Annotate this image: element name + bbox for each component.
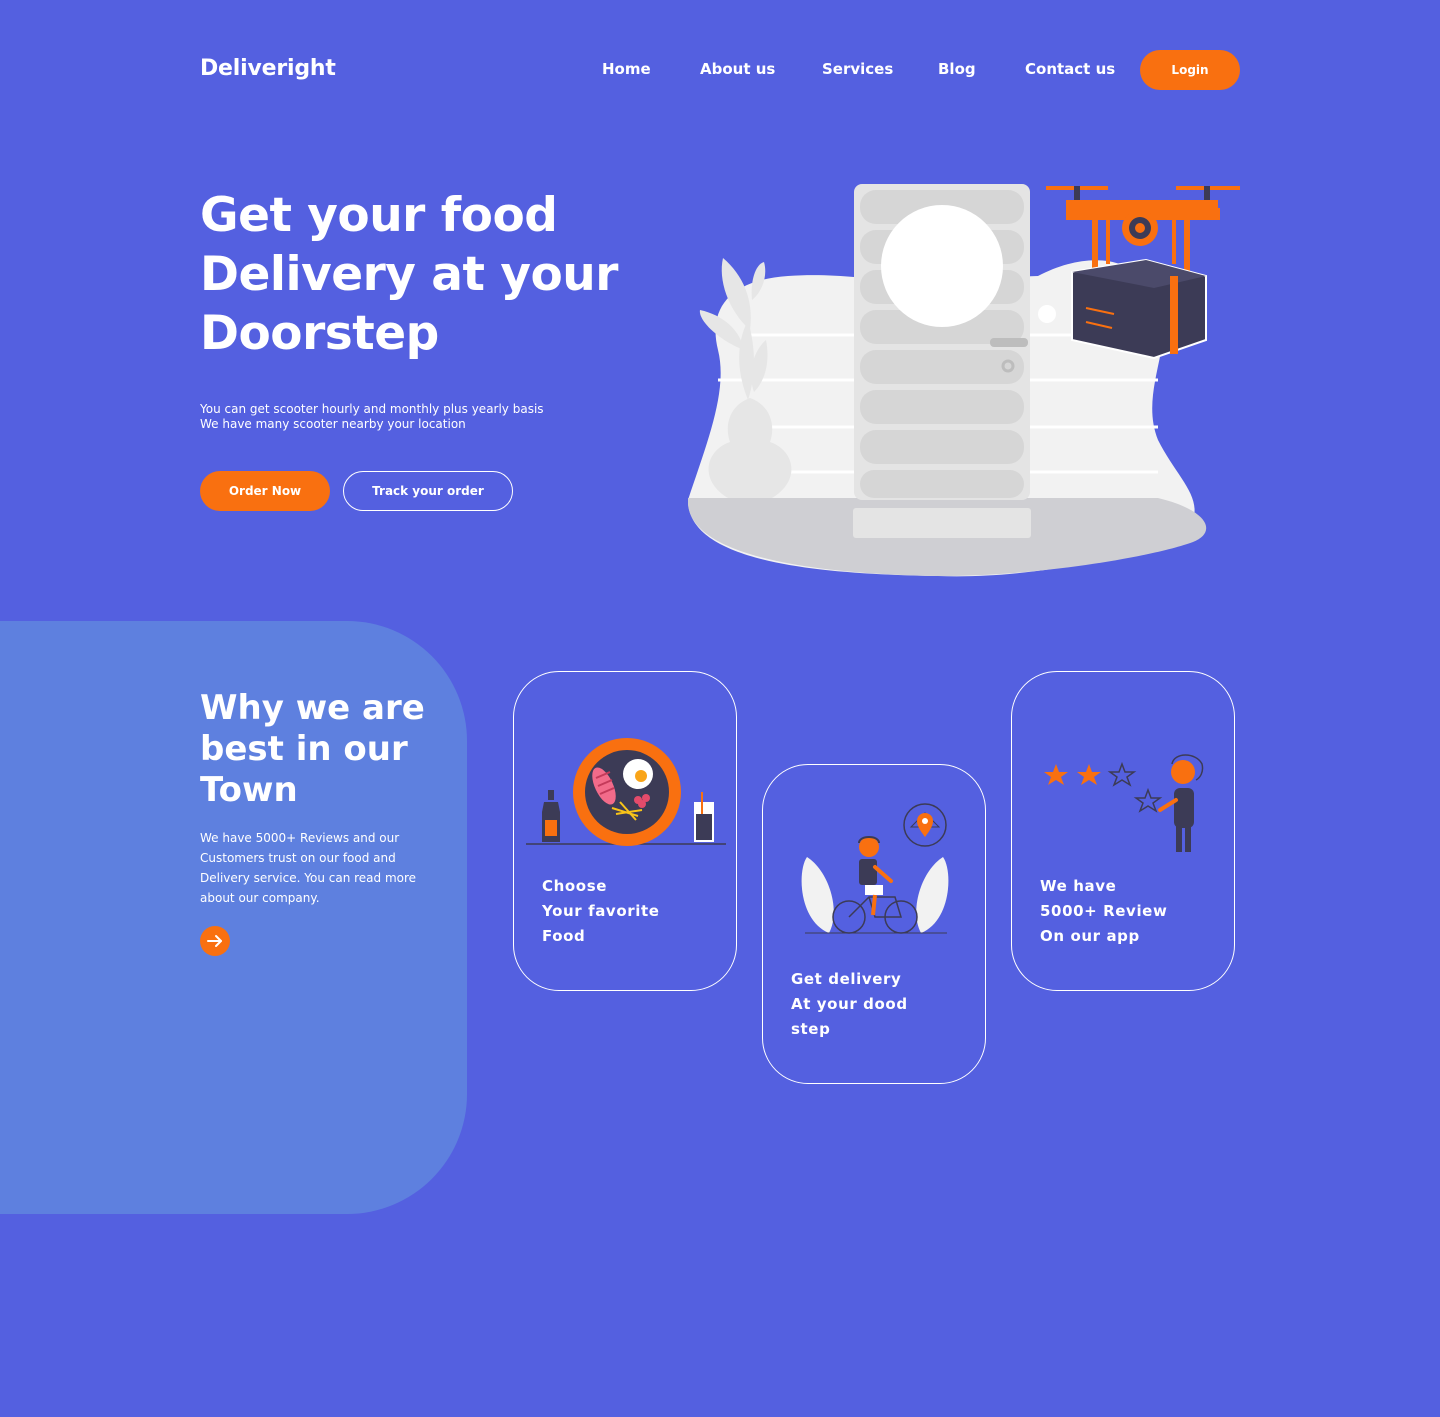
hero-title-line-3: Doorstep: [200, 306, 439, 361]
why-text-line-1: We have 5000+ Reviews and our: [200, 831, 400, 845]
star-outline-icon: [1133, 787, 1163, 813]
leaf-right-icon: [916, 857, 949, 933]
nav-contact-us[interactable]: Contact us: [1025, 60, 1115, 78]
card-food-text: Choose Your favorite Food: [542, 874, 722, 949]
star-filled-icon: [1077, 764, 1101, 785]
review-stars-illustration: [1044, 754, 1204, 852]
track-order-button[interactable]: Track your order: [343, 471, 513, 511]
card-delivery-line-1: Get delivery: [791, 970, 902, 988]
nav-blog[interactable]: Blog: [938, 60, 976, 78]
why-text-line-2: Customers trust on our food and: [200, 851, 396, 865]
hero-subtitle-line-1: You can get scooter hourly and monthly p…: [200, 402, 544, 416]
hero-title-line-1: Get your food: [200, 188, 558, 243]
order-now-button[interactable]: Order Now: [200, 471, 330, 511]
leaf-left-icon: [801, 857, 834, 933]
star-filled-icon: [1044, 764, 1068, 785]
card-food-line-1: Choose: [542, 877, 607, 895]
nav-about-us[interactable]: About us: [700, 60, 775, 78]
why-text-line-3: Delivery service. You can read more: [200, 871, 417, 885]
why-title: Why we are best in our Town: [200, 688, 460, 811]
door-window: [881, 205, 1003, 327]
read-more-button[interactable]: [200, 926, 230, 956]
arrow-right-icon: [207, 935, 222, 947]
door-mat: [853, 508, 1031, 538]
card-reviews-line-2: 5000+ Review: [1040, 902, 1168, 920]
hero-subtitle: You can get scooter hourly and monthly p…: [200, 402, 544, 432]
person-icon: [1158, 754, 1204, 852]
bottle-icon: [542, 790, 560, 842]
rider-icon: [858, 836, 893, 916]
feature-card-reviews[interactable]: We have 5000+ Review On our app: [1011, 671, 1235, 991]
card-food-line-3: Food: [542, 927, 586, 945]
why-text: We have 5000+ Reviews and our Customers …: [200, 828, 425, 908]
wall-dot: [1038, 305, 1056, 323]
hero-subtitle-line-2: We have many scooter nearby your locatio…: [200, 417, 466, 431]
nav-home[interactable]: Home: [602, 60, 651, 78]
door-handle: [990, 338, 1028, 347]
brand-logo[interactable]: Deliveright: [200, 56, 336, 81]
card-food-line-2: Your favorite: [542, 902, 660, 920]
hero-title-line-2: Delivery at your: [200, 247, 618, 302]
star-outline-icon: [1107, 761, 1137, 787]
location-pin-icon: [903, 803, 947, 847]
card-reviews-line-3: On our app: [1040, 927, 1140, 945]
nav-services[interactable]: Services: [822, 60, 893, 78]
why-title-line-2: best in our: [200, 729, 408, 769]
feature-card-food[interactable]: Choose Your favorite Food: [513, 671, 737, 991]
why-title-line-3: Town: [200, 770, 298, 810]
card-reviews-text: We have 5000+ Review On our app: [1040, 874, 1220, 949]
drink-icon: [694, 792, 714, 842]
drone-icon: [1046, 186, 1240, 272]
why-text-line-4: about our company.: [200, 891, 320, 905]
food-plate-illustration: [526, 738, 726, 846]
card-delivery-text: Get delivery At your dood step: [791, 967, 971, 1042]
feature-card-delivery[interactable]: Get delivery At your dood step: [762, 764, 986, 1084]
package-icon: [1071, 258, 1207, 360]
card-delivery-line-3: step: [791, 1020, 831, 1038]
hero-title: Get your food Delivery at your Doorstep: [200, 186, 640, 363]
why-title-line-1: Why we are: [200, 688, 425, 728]
card-reviews-line-1: We have: [1040, 877, 1117, 895]
cyclist-illustration: [801, 803, 949, 934]
door-drone-illustration: [688, 184, 1240, 577]
card-delivery-line-2: At your dood: [791, 995, 908, 1013]
login-button[interactable]: Login: [1140, 50, 1240, 90]
